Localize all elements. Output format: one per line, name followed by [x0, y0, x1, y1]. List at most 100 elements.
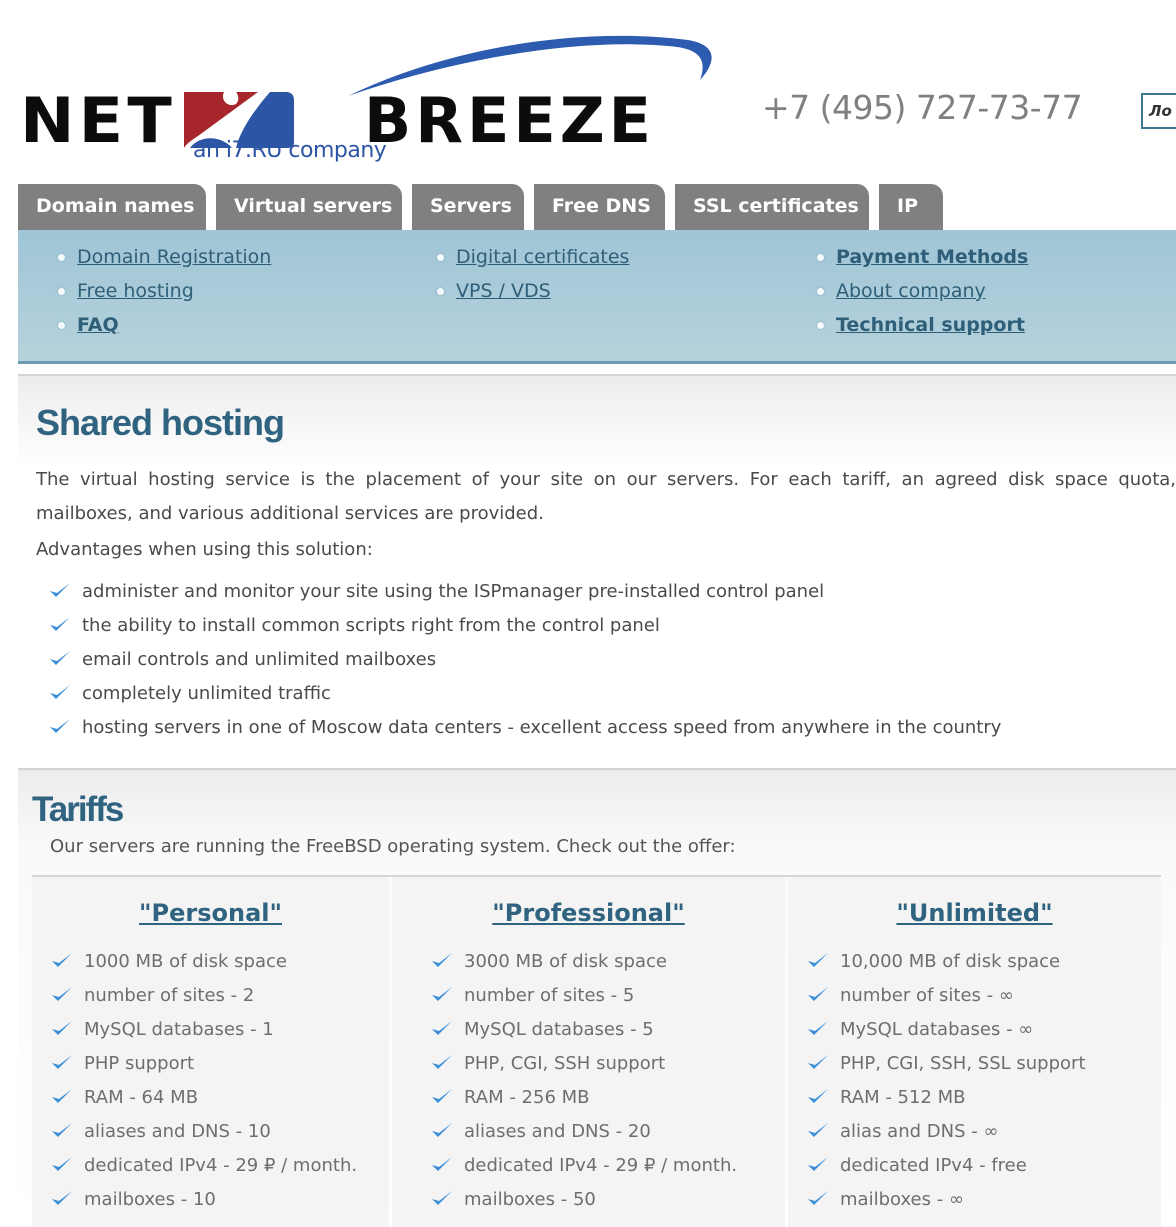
login-button[interactable]: Ло [1141, 93, 1176, 129]
tariff-feature-text: dedicated IPv4 - 29 ₽ / month. [84, 1155, 358, 1176]
checkmark-icon [808, 1191, 828, 1205]
advantage-text: email controls and unlimited mailboxes [82, 649, 437, 670]
tariffs-title: Tariffs [32, 790, 124, 829]
link-about-company[interactable]: About company [836, 280, 986, 302]
checkmark-icon [52, 953, 72, 967]
phone-number[interactable]: +7 (495) 727-73-77 [762, 88, 1083, 127]
link-digital-certificates[interactable]: Digital certificates [456, 246, 629, 268]
tariff-feature: number of sites - 2 [50, 985, 357, 1019]
submenu-item: Free hosting [56, 280, 271, 314]
tariff-feature: dedicated IPv4 - 29 ₽ / month. [50, 1155, 357, 1189]
bullet-icon [58, 254, 65, 261]
tariffs-subtitle: Our servers are running the FreeBSD oper… [50, 836, 736, 857]
advantages-list: administer and monitor your site using t… [48, 581, 1001, 751]
checkmark-icon [432, 1089, 452, 1103]
tab-servers[interactable]: Servers [412, 184, 524, 230]
submenu-column: Payment Methods About company Technical … [815, 246, 1028, 348]
checkmark-icon [432, 953, 452, 967]
tariff-feature: mailboxes - ∞ [806, 1189, 1086, 1223]
advantage-item: the ability to install common scripts ri… [48, 615, 1001, 649]
tariff-feature-text: MySQL databases - 5 [464, 1019, 654, 1040]
tariff-feature: mailboxes - 10 [50, 1189, 357, 1223]
tariff-feature-text: mailboxes - 50 [464, 1189, 596, 1210]
bullet-icon [58, 322, 65, 329]
page-title: Shared hosting [36, 402, 285, 443]
tab-virtual-servers[interactable]: Virtual servers [216, 184, 402, 230]
tariff-feature-text: PHP, CGI, SSH support [464, 1053, 666, 1074]
site-header: NET BREEZE an i7.RU company +7 (495) 727… [0, 0, 1176, 180]
submenu-item: Payment Methods [815, 246, 1028, 280]
submenu-item: Digital certificates [435, 246, 629, 280]
tariff-features: 1000 MB of disk space number of sites - 2… [50, 951, 357, 1223]
link-free-hosting[interactable]: Free hosting [77, 280, 194, 302]
tariff-feature-text: PHP support [84, 1053, 195, 1074]
tariff-feature: MySQL databases - 5 [430, 1019, 737, 1053]
checkmark-icon [808, 1089, 828, 1103]
submenu-column: Domain Registration Free hosting FAQ [56, 246, 271, 348]
tariff-feature-text: number of sites - 2 [84, 985, 255, 1006]
submenu-panel: Domain Registration Free hosting FAQ Dig… [18, 230, 1176, 364]
checkmark-icon [50, 583, 70, 597]
tariff-link-personal[interactable]: "Personal" [139, 899, 282, 927]
link-faq[interactable]: FAQ [77, 314, 119, 336]
link-domain-registration[interactable]: Domain Registration [77, 246, 271, 268]
checkmark-icon [52, 1021, 72, 1035]
checkmark-icon [52, 1055, 72, 1069]
tariff-feature: RAM - 512 MB [806, 1087, 1086, 1121]
logo-word-breeze: BREEZE [364, 84, 656, 157]
checkmark-icon [808, 987, 828, 1001]
tariff-feature: 3000 MB of disk space [430, 951, 737, 985]
checkmark-icon [50, 719, 70, 733]
checkmark-icon [52, 1089, 72, 1103]
netbreeze-logo[interactable]: NET BREEZE an i7.RU company [18, 18, 718, 173]
checkmark-icon [52, 1157, 72, 1171]
tariff-feature: number of sites - ∞ [806, 985, 1086, 1019]
tariff-link-unlimited[interactable]: "Unlimited" [896, 899, 1052, 927]
checkmark-icon [808, 1055, 828, 1069]
checkmark-icon [432, 1191, 452, 1205]
tab-free-dns[interactable]: Free DNS [534, 184, 665, 230]
main-nav-tabs: Domain names Virtual servers Servers Fre… [18, 184, 943, 230]
tab-ip[interactable]: IP [879, 184, 943, 230]
tariff-card-personal: "Personal" 1000 MB of disk space number o… [32, 877, 389, 1227]
tariff-feature: alias and DNS - ∞ [806, 1121, 1086, 1155]
tariff-feature-text: RAM - 512 MB [840, 1087, 966, 1108]
tariff-feature: MySQL databases - ∞ [806, 1019, 1086, 1053]
tariff-feature-text: mailboxes - 10 [84, 1189, 216, 1210]
checkmark-icon [808, 953, 828, 967]
tariffs-section: Tariffs Our servers are running the Free… [18, 770, 1176, 1227]
tariff-feature-text: alias and DNS - ∞ [840, 1121, 999, 1142]
checkmark-icon [808, 1021, 828, 1035]
checkmark-icon [52, 1123, 72, 1137]
link-payment-methods[interactable]: Payment Methods [836, 246, 1028, 268]
advantage-item: administer and monitor your site using t… [48, 581, 1001, 615]
bullet-icon [437, 254, 444, 261]
advantage-text: the ability to install common scripts ri… [82, 615, 660, 636]
submenu-item: Technical support [815, 314, 1028, 348]
tariff-feature-text: RAM - 256 MB [464, 1087, 590, 1108]
tab-domain-names[interactable]: Domain names [18, 184, 206, 230]
tariff-feature: RAM - 256 MB [430, 1087, 737, 1121]
tariff-feature: aliases and DNS - 10 [50, 1121, 357, 1155]
tariff-feature: dedicated IPv4 - 29 ₽ / month. [430, 1155, 737, 1189]
submenu-column: Digital certificates VPS / VDS [435, 246, 629, 314]
tariff-feature: PHP, CGI, SSH, SSL support [806, 1053, 1086, 1087]
bullet-icon [437, 288, 444, 295]
tariff-feature-text: dedicated IPv4 - 29 ₽ / month. [464, 1155, 738, 1176]
tab-ssl-certificates[interactable]: SSL certificates [675, 184, 869, 230]
tariff-feature: aliases and DNS - 20 [430, 1121, 737, 1155]
tariff-link-professional[interactable]: "Professional" [492, 899, 684, 927]
bullet-icon [817, 322, 824, 329]
advantage-text: hosting servers in one of Moscow data ce… [82, 717, 1002, 738]
link-technical-support[interactable]: Technical support [836, 314, 1025, 336]
tariff-feature: 10,000 MB of disk space [806, 951, 1086, 985]
tariff-title: "Unlimited" [788, 899, 1161, 927]
tariff-feature-text: dedicated IPv4 - free [840, 1155, 1027, 1176]
link-vps-vds[interactable]: VPS / VDS [456, 280, 551, 302]
submenu-item: FAQ [56, 314, 271, 348]
tariff-title: "Professional" [392, 899, 785, 927]
tariff-feature-text: MySQL databases - 1 [84, 1019, 274, 1040]
checkmark-icon [808, 1123, 828, 1137]
tariff-feature-text: 3000 MB of disk space [464, 951, 667, 972]
tariff-features: 10,000 MB of disk space number of sites -… [806, 951, 1086, 1223]
